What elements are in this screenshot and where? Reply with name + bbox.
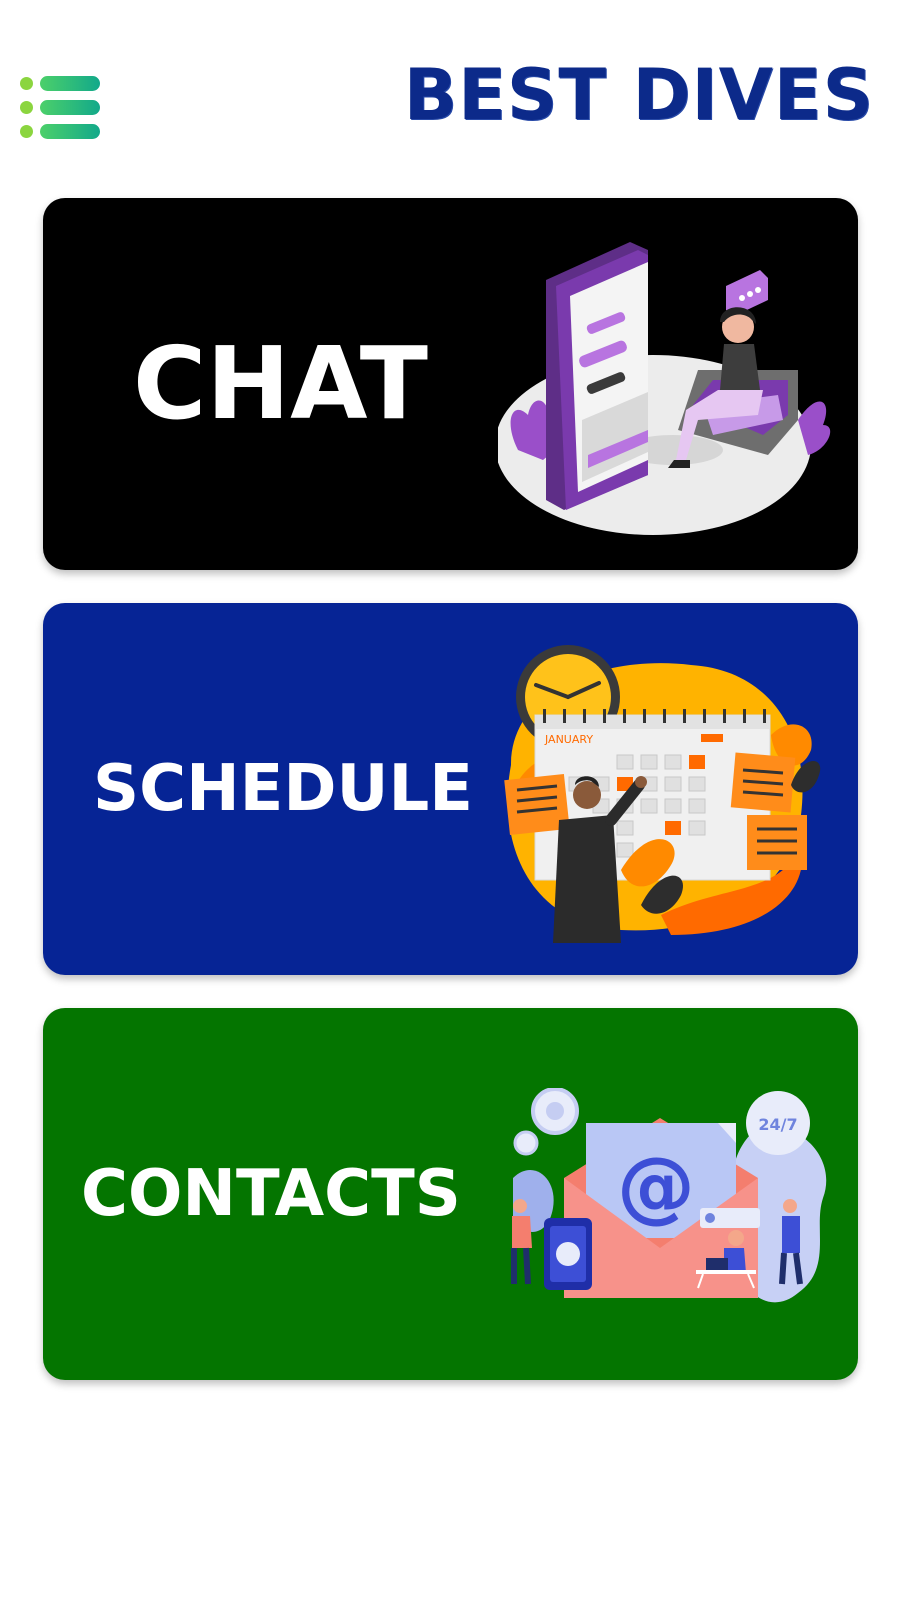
chat-illustration xyxy=(498,242,831,535)
chat-card-label: CHAT xyxy=(133,325,428,442)
contacts-card-label: CONTACTS xyxy=(81,1157,461,1231)
at-icon: @ xyxy=(617,1142,695,1232)
schedule-card[interactable]: SCHEDULE JANUARY xyxy=(43,603,858,975)
schedule-card-label: SCHEDULE xyxy=(93,752,473,826)
app-title: BEST DIVES xyxy=(403,54,874,136)
menu-button[interactable] xyxy=(18,76,104,140)
contacts-card[interactable]: CONTACTS 24/7 @ xyxy=(43,1008,858,1380)
contacts-illustration: 24/7 @ xyxy=(511,1088,827,1303)
calendar-month: JANUARY xyxy=(544,733,593,746)
schedule-illustration: JANUARY xyxy=(504,645,821,943)
chat-card[interactable]: CHAT xyxy=(43,198,858,570)
badge-24-7: 24/7 xyxy=(758,1115,797,1134)
